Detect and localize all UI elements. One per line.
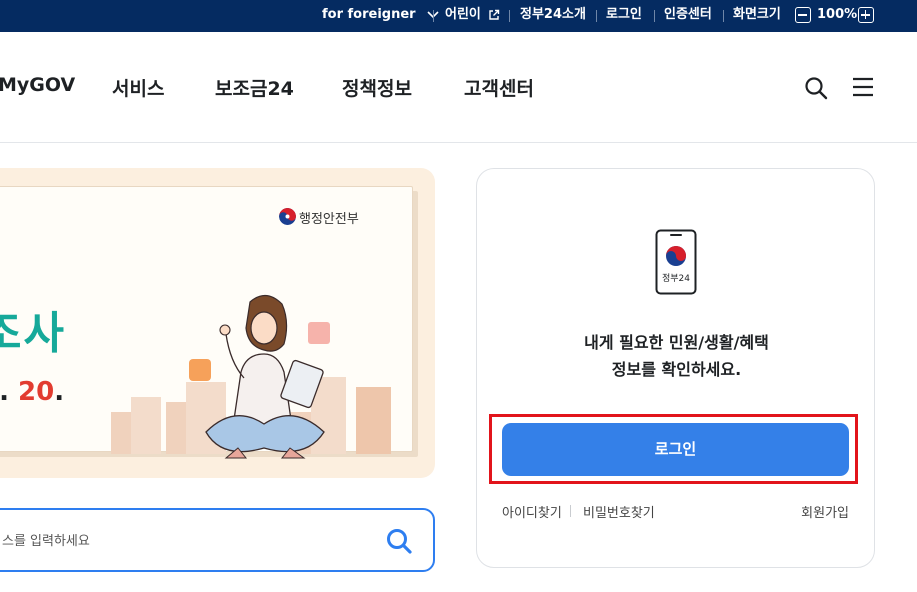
- zoom-level: 100%: [817, 7, 858, 22]
- nav-item-support[interactable]: 고객센터: [464, 74, 534, 101]
- login-button[interactable]: 로그인: [502, 423, 849, 476]
- zoom-out-button[interactable]: [795, 7, 811, 23]
- divider: [570, 505, 571, 517]
- search-input[interactable]: [2, 529, 362, 553]
- hero-banner[interactable]: 행정안전부 조사 8. 20.: [0, 168, 435, 478]
- nav-item-mygov[interactable]: MyGOV: [0, 74, 75, 96]
- gov24-phone-icon: 정부24: [655, 229, 697, 295]
- banner-date: 8. 20.: [0, 377, 65, 407]
- main-nav: MyGOV 서비스 보조금24 정책정보 고객센터: [0, 32, 917, 143]
- nav-item-service[interactable]: 서비스: [112, 74, 164, 101]
- login-message: 내게 필요한 민원/생활/혜택 정보를 확인하세요.: [584, 333, 769, 379]
- gear-icon: [189, 359, 211, 381]
- nav-item-subsidy[interactable]: 보조금24: [215, 74, 294, 101]
- search-box: [0, 508, 435, 572]
- divider: [433, 10, 434, 22]
- search-submit-icon[interactable]: [385, 527, 413, 555]
- banner-board: 행정안전부 조사 8. 20.: [0, 186, 413, 459]
- phone-label: 정부24: [662, 273, 690, 284]
- divider: [596, 10, 597, 22]
- id-card-icon: [308, 322, 330, 344]
- screen-size-label: 화면크기: [733, 7, 781, 22]
- banner-headline: 조사: [0, 308, 66, 359]
- search-icon[interactable]: [804, 76, 828, 100]
- for-foreigner-label: for foreigner: [322, 7, 416, 22]
- about-link[interactable]: 정부24소개: [520, 0, 586, 32]
- signup-link[interactable]: 회원가입: [801, 502, 849, 521]
- divider: [723, 10, 724, 22]
- menu-icon[interactable]: [852, 77, 874, 97]
- ministry-label: 행정안전부: [299, 212, 359, 227]
- kids-label: 어린이: [445, 7, 481, 22]
- zoom-in-button[interactable]: [858, 7, 874, 23]
- kids-link[interactable]: 어린이: [445, 0, 500, 32]
- divider: [509, 10, 510, 22]
- external-link-icon: [489, 9, 500, 20]
- cert-center-link[interactable]: 인증센터: [664, 0, 712, 32]
- find-password-link[interactable]: 비밀번호찾기: [583, 502, 655, 521]
- nav-item-policy[interactable]: 정책정보: [342, 74, 412, 101]
- login-card: 정부24 내게 필요한 민원/생활/혜택 정보를 확인하세요. 로그인 아이디찾…: [476, 168, 875, 568]
- top-login-link[interactable]: 로그인: [606, 0, 642, 32]
- utility-bar: for foreigner 어린이 정부24소개 로그인 인증센터 화면크기 1…: [0, 0, 917, 32]
- taegeuk-emblem-icon: [279, 208, 296, 225]
- find-id-link[interactable]: 아이디찾기: [502, 502, 562, 521]
- for-foreigner-link[interactable]: for foreigner: [322, 0, 440, 32]
- divider: [654, 10, 655, 22]
